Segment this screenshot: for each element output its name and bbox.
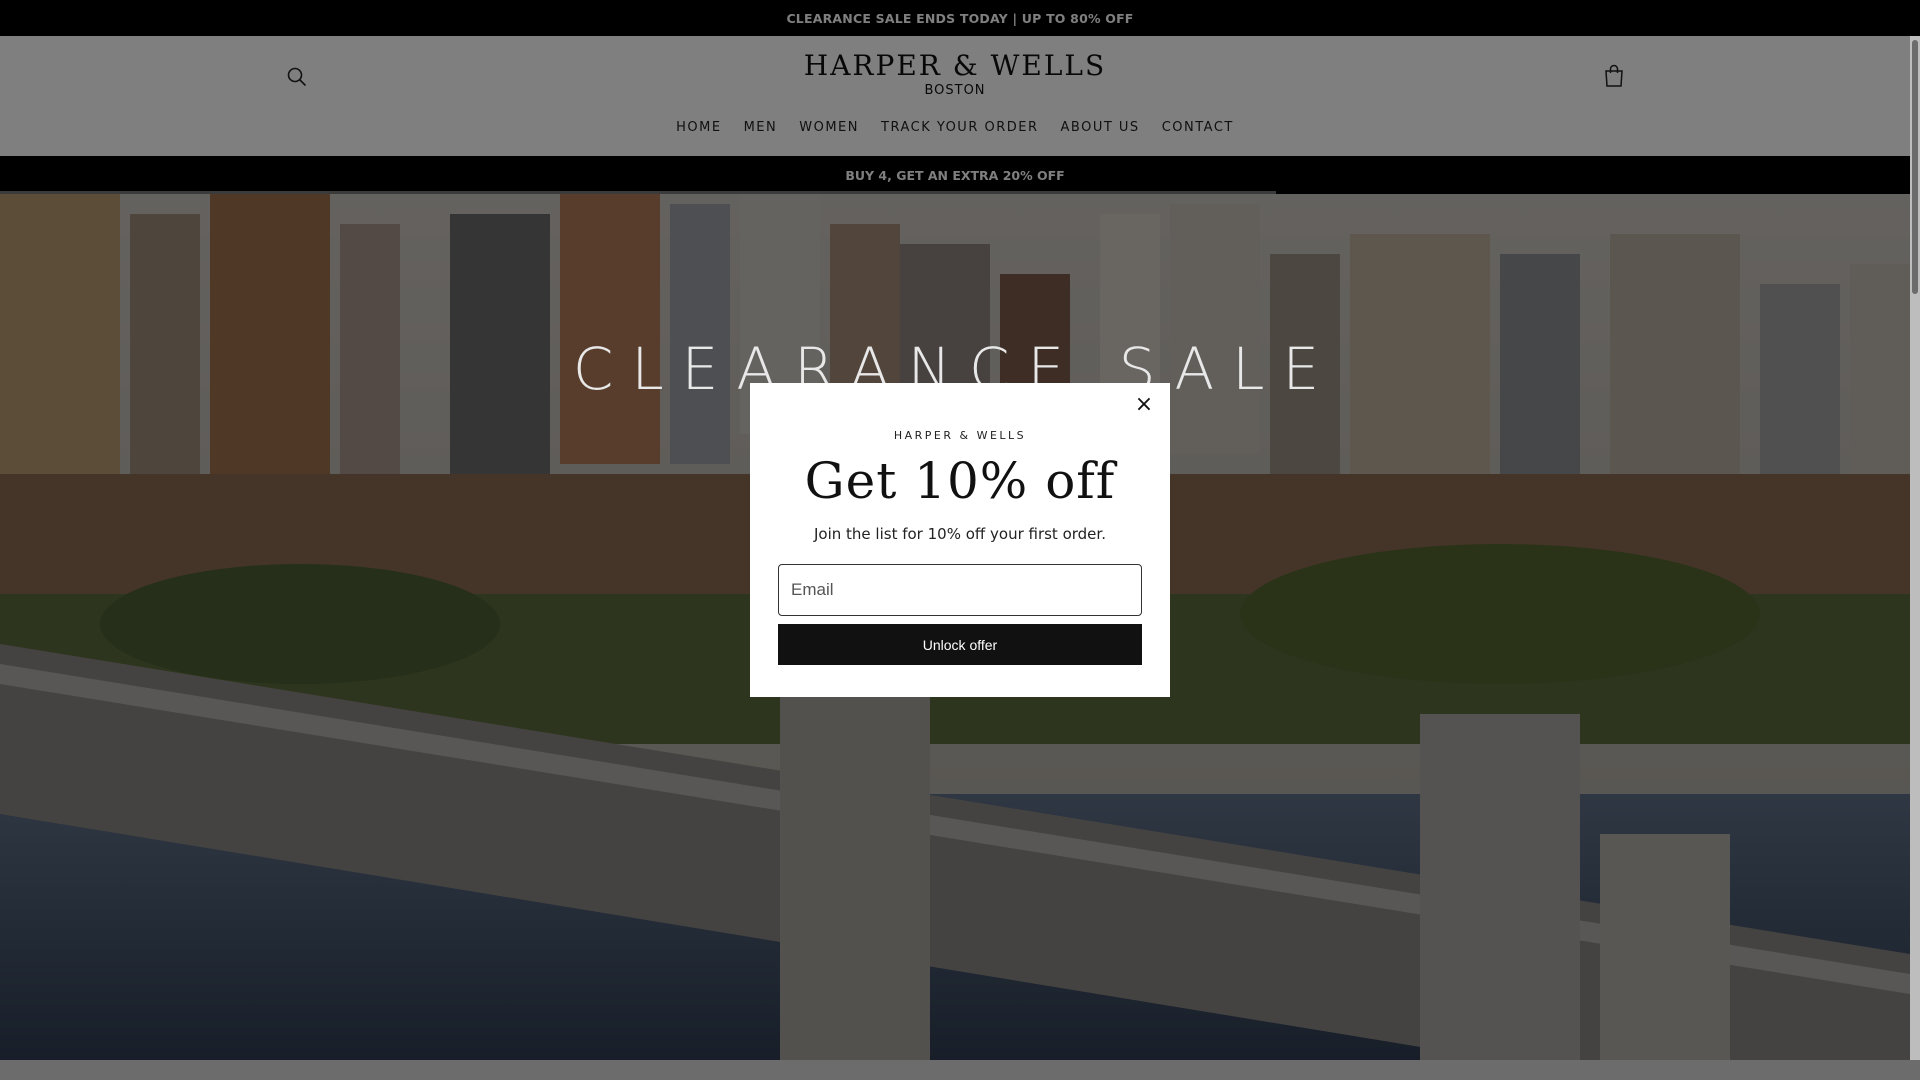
- signup-popup: × HARPER & WELLS Get 10% off Join the li…: [750, 383, 1170, 697]
- unlock-offer-button[interactable]: Unlock offer: [778, 624, 1142, 665]
- close-icon[interactable]: ×: [1132, 393, 1156, 417]
- popup-subtext: Join the list for 10% off your first ord…: [814, 525, 1106, 543]
- scrollbar-thumb[interactable]: [1912, 40, 1918, 294]
- popup-heading: Get 10% off: [804, 452, 1116, 510]
- email-field[interactable]: [778, 564, 1142, 616]
- popup-brand: HARPER & WELLS: [893, 429, 1027, 442]
